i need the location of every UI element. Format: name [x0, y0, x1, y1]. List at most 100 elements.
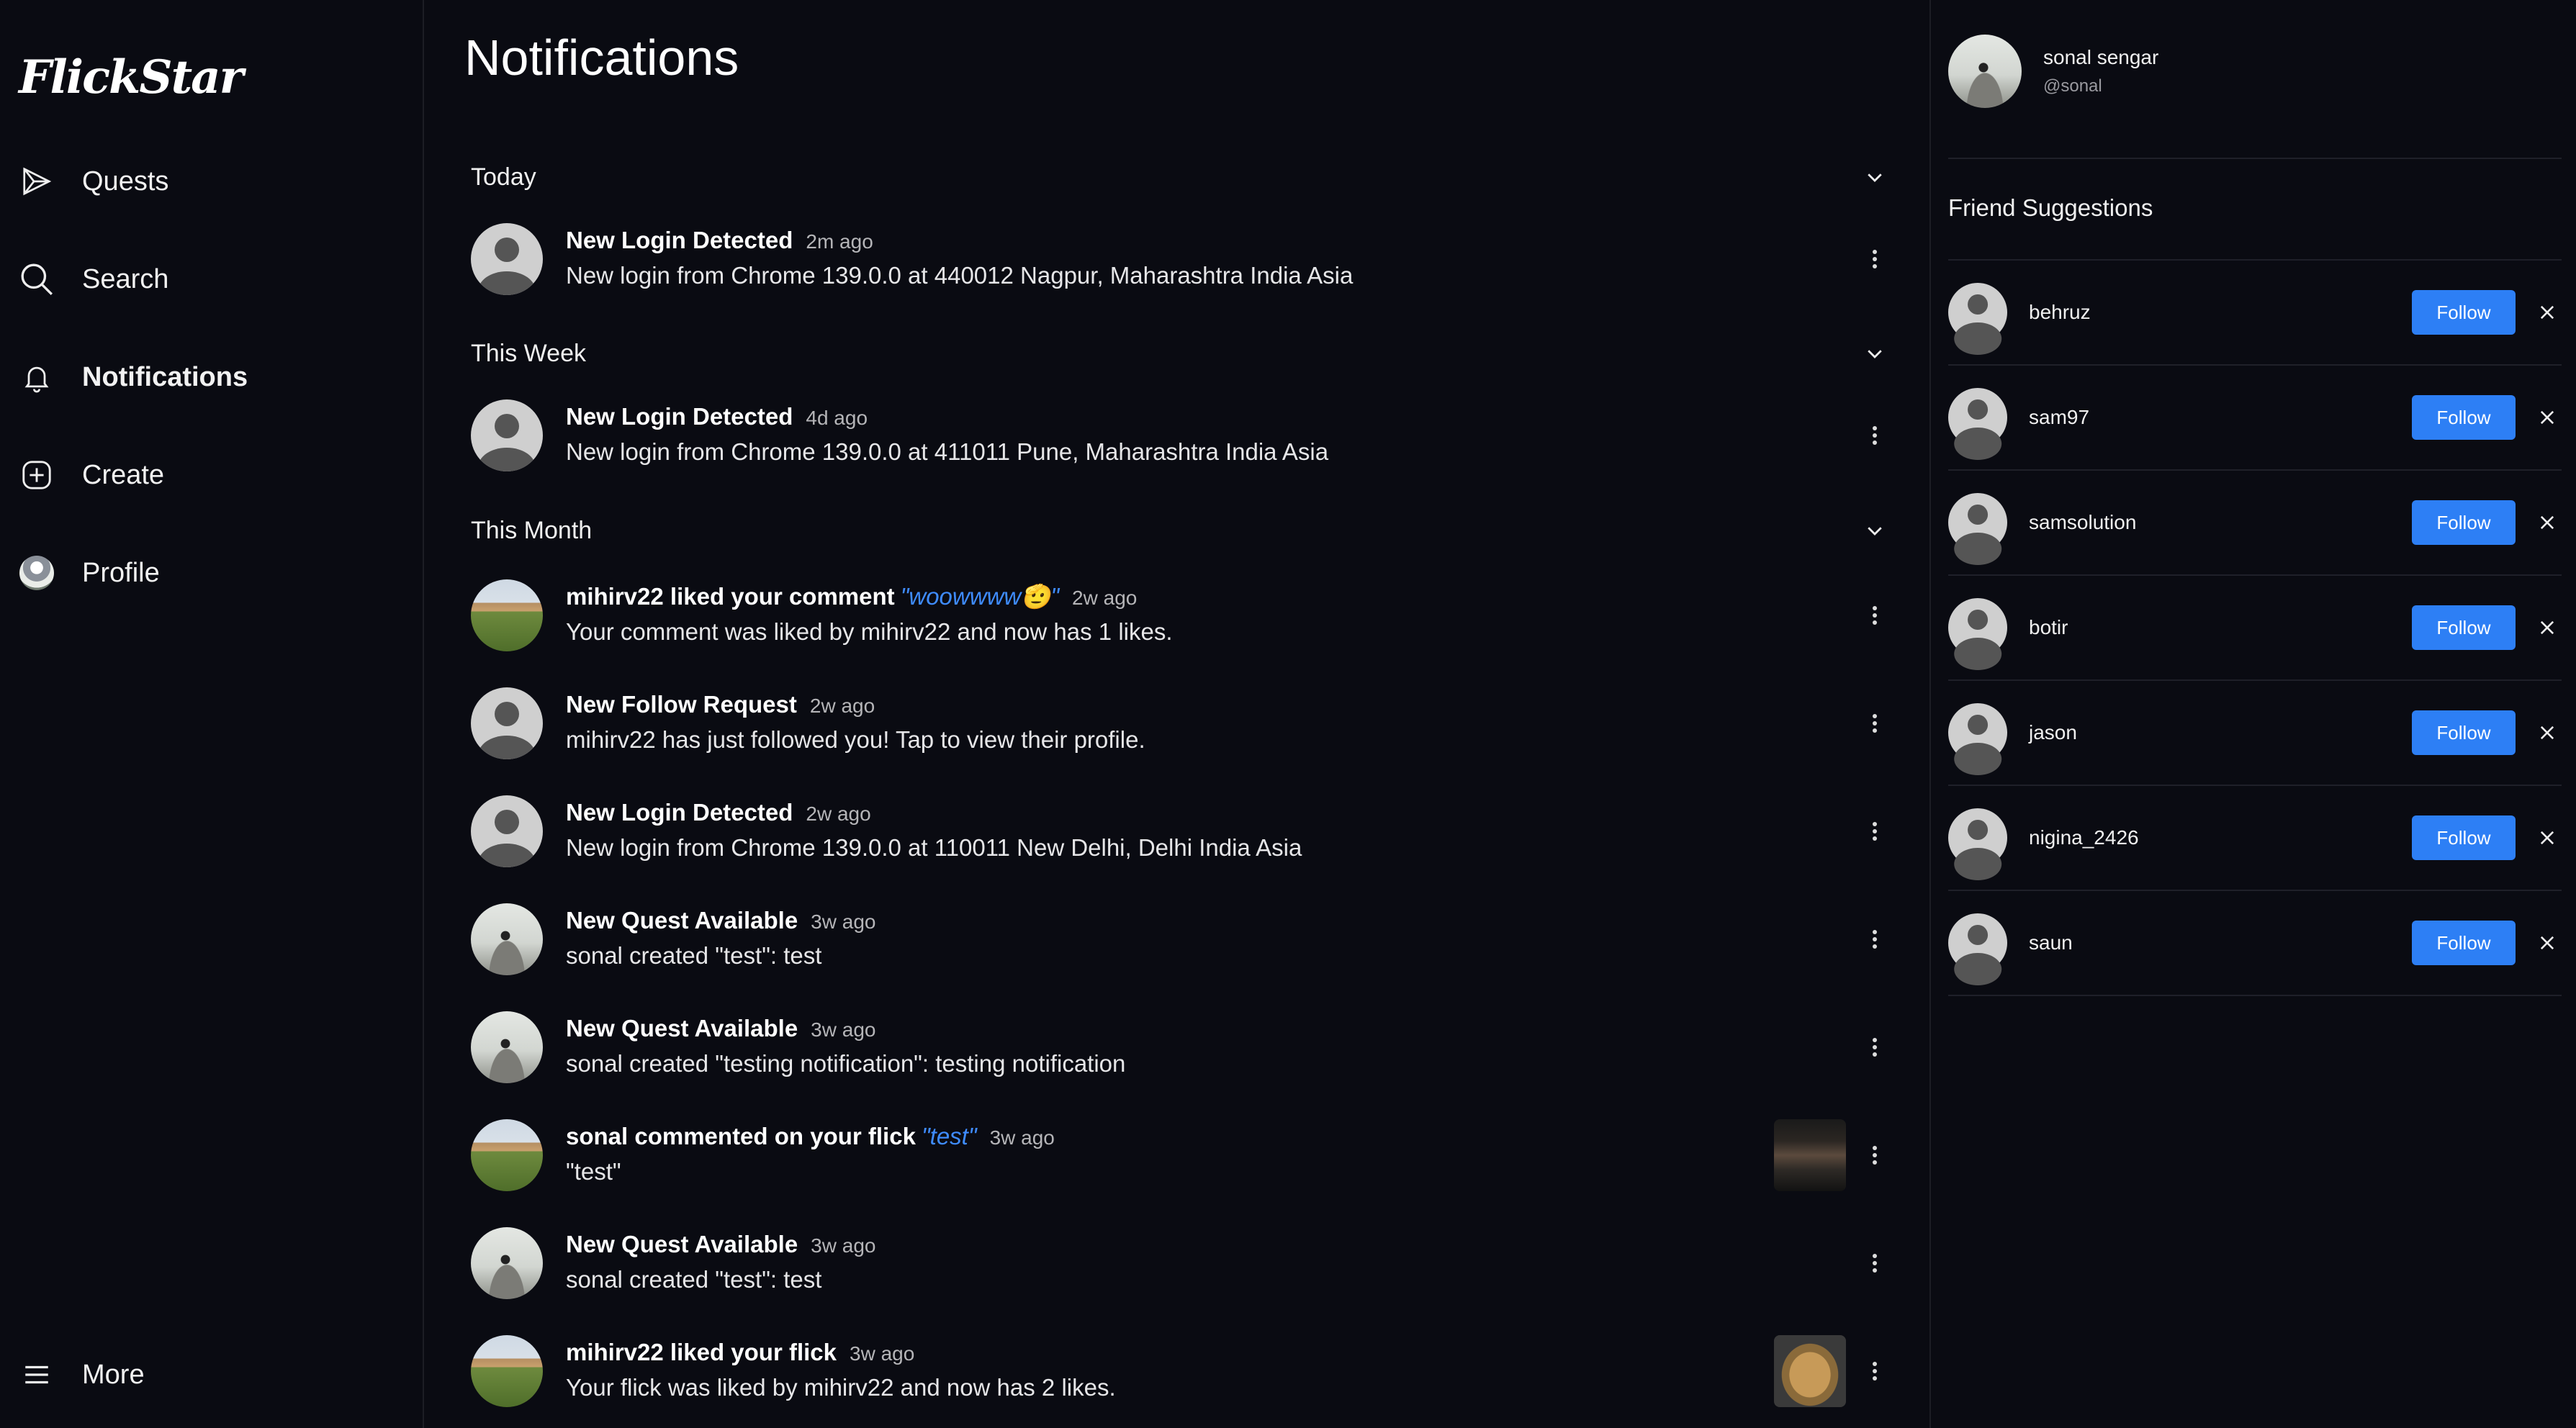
sidebar-item-quests[interactable]: Quests: [19, 153, 407, 210]
section-header[interactable]: Today: [471, 155, 1889, 199]
more-options-icon[interactable]: [1860, 1134, 1889, 1177]
notification-body: New Login Detected 2m ago New login from C…: [566, 225, 1860, 294]
sidebar-item-search[interactable]: Search: [19, 250, 407, 308]
current-user[interactable]: sonal sengar @sonal: [1948, 35, 2158, 108]
follow-button[interactable]: Follow: [2412, 710, 2516, 755]
close-icon[interactable]: [2533, 823, 2562, 852]
app-logo[interactable]: FlickStar: [19, 50, 243, 104]
avatar[interactable]: [471, 1119, 543, 1191]
section-title: This Week: [471, 339, 586, 367]
avatar[interactable]: [471, 687, 543, 759]
suggestion-row: jason Follow: [1948, 681, 2562, 786]
sidebar-item-more[interactable]: More: [19, 1346, 407, 1404]
avatar[interactable]: [471, 223, 543, 295]
close-icon[interactable]: [2533, 718, 2562, 747]
more-options-icon[interactable]: [1860, 1350, 1889, 1393]
follow-button[interactable]: Follow: [2412, 921, 2516, 965]
avatar[interactable]: [1948, 598, 2007, 657]
more-options-icon[interactable]: [1860, 810, 1889, 853]
more-options-icon[interactable]: [1860, 918, 1889, 961]
more-options-icon[interactable]: [1860, 1242, 1889, 1285]
more-options-icon[interactable]: [1860, 594, 1889, 637]
chevron-down-icon[interactable]: [1860, 516, 1889, 545]
avatar[interactable]: [471, 399, 543, 471]
notification-quote: "woowwww🫡": [900, 583, 1060, 610]
notifications-panel: Notifications Today This Week This Month…: [425, 0, 1929, 1428]
more-options-icon[interactable]: [1860, 414, 1889, 457]
notification-text: "test": [566, 1158, 621, 1185]
flick-thumbnail[interactable]: [1774, 1335, 1846, 1407]
suggestion-username[interactable]: nigina_2426: [2029, 826, 2412, 849]
avatar[interactable]: [1948, 808, 2007, 867]
avatar[interactable]: [1948, 388, 2007, 447]
flick-thumbnail[interactable]: [1774, 1119, 1846, 1191]
notification-item[interactable]: sonal commented on your flick "test" 3w ag…: [471, 1116, 1889, 1195]
chevron-down-icon[interactable]: [1860, 339, 1889, 368]
close-icon[interactable]: [2533, 928, 2562, 957]
notification-header: mihirv22 liked your flick 3w ago: [566, 1337, 1774, 1370]
avatar[interactable]: [471, 903, 543, 975]
notification-time: 3w ago: [811, 910, 876, 933]
follow-button[interactable]: Follow: [2412, 605, 2516, 650]
more-options-icon[interactable]: [1860, 1026, 1889, 1069]
follow-button[interactable]: Follow: [2412, 290, 2516, 335]
notification-header: New Follow Request 2w ago: [566, 689, 1860, 722]
section-header[interactable]: This Week: [471, 332, 1889, 375]
notification-item[interactable]: mihirv22 liked your comment "woowwww🫡" 2w …: [471, 576, 1889, 655]
close-icon[interactable]: [2533, 508, 2562, 537]
close-icon[interactable]: [2533, 298, 2562, 327]
section-header[interactable]: This Month: [471, 509, 1889, 552]
avatar[interactable]: [471, 1011, 543, 1083]
notification-body: mihirv22 liked your comment "woowwww🫡" 2w …: [566, 581, 1860, 650]
avatar[interactable]: [1948, 703, 2007, 762]
notification-text: New login from Chrome 139.0.0 at 411011 …: [566, 438, 1329, 465]
notification-time: 3w ago: [811, 1018, 876, 1041]
notification-item[interactable]: mihirv22 liked your flick 3w ago Your flic…: [471, 1332, 1889, 1411]
notification-text: sonal created "test": test: [566, 1266, 822, 1293]
sidebar-item-profile[interactable]: Profile: [19, 544, 407, 602]
avatar[interactable]: [471, 1335, 543, 1407]
follow-button[interactable]: Follow: [2412, 395, 2516, 440]
notification-body: New Login Detected 4d ago New login from C…: [566, 401, 1860, 470]
sidebar-item-create[interactable]: Create: [19, 446, 407, 504]
notification-title: New Login Detected: [566, 227, 793, 253]
avatar[interactable]: [471, 579, 543, 651]
suggestion-username[interactable]: jason: [2029, 721, 2412, 744]
suggestion-username[interactable]: behruz: [2029, 301, 2412, 324]
sidebar-item-label: Search: [82, 263, 169, 294]
notification-item[interactable]: New Quest Available 3w ago sonal created "…: [471, 1008, 1889, 1087]
notification-item[interactable]: New Quest Available 3w ago sonal created "…: [471, 900, 1889, 979]
follow-button[interactable]: Follow: [2412, 500, 2516, 545]
avatar[interactable]: [471, 795, 543, 867]
notification-header: mihirv22 liked your comment "woowwww🫡" 2w …: [566, 581, 1860, 614]
notification-item[interactable]: New Login Detected 4d ago New login from C…: [471, 396, 1889, 475]
friend-suggestions-title: Friend Suggestions: [1948, 194, 2153, 221]
follow-button[interactable]: Follow: [2412, 815, 2516, 860]
notification-text: Your comment was liked by mihirv22 and n…: [566, 618, 1173, 645]
notification-item[interactable]: New Quest Available 3w ago sonal created "…: [471, 1224, 1889, 1303]
suggestion-username[interactable]: sam97: [2029, 406, 2412, 429]
avatar[interactable]: [1948, 283, 2007, 342]
close-icon[interactable]: [2533, 403, 2562, 432]
notification-title: New Quest Available: [566, 1231, 798, 1257]
avatar[interactable]: [1948, 493, 2007, 552]
notification-item[interactable]: New Login Detected 2w ago New login from C…: [471, 792, 1889, 871]
notification-item[interactable]: New Login Detected 2m ago New login from C…: [471, 220, 1889, 299]
notification-body: New Quest Available 3w ago sonal created "…: [566, 1013, 1860, 1082]
more-options-icon[interactable]: [1860, 238, 1889, 281]
sidebar-item-label: Quests: [82, 166, 169, 196]
suggestion-username[interactable]: samsolution: [2029, 511, 2412, 534]
suggestion-username[interactable]: botir: [2029, 616, 2412, 639]
chevron-down-icon[interactable]: [1860, 163, 1889, 191]
notification-text: sonal created "testing notification": te…: [566, 1050, 1126, 1077]
avatar[interactable]: [471, 1227, 543, 1299]
sidebar-item-notifications[interactable]: Notifications: [19, 348, 407, 406]
notification-body: sonal commented on your flick "test" 3w ag…: [566, 1121, 1774, 1190]
avatar[interactable]: [1948, 913, 2007, 972]
more-options-icon[interactable]: [1860, 702, 1889, 745]
notification-item[interactable]: New Follow Request 2w ago mihirv22 has jus…: [471, 684, 1889, 763]
user-full-name: sonal sengar: [2043, 46, 2159, 68]
suggestion-username[interactable]: saun: [2029, 931, 2412, 954]
notification-header: New Login Detected 4d ago: [566, 401, 1860, 434]
close-icon[interactable]: [2533, 613, 2562, 642]
